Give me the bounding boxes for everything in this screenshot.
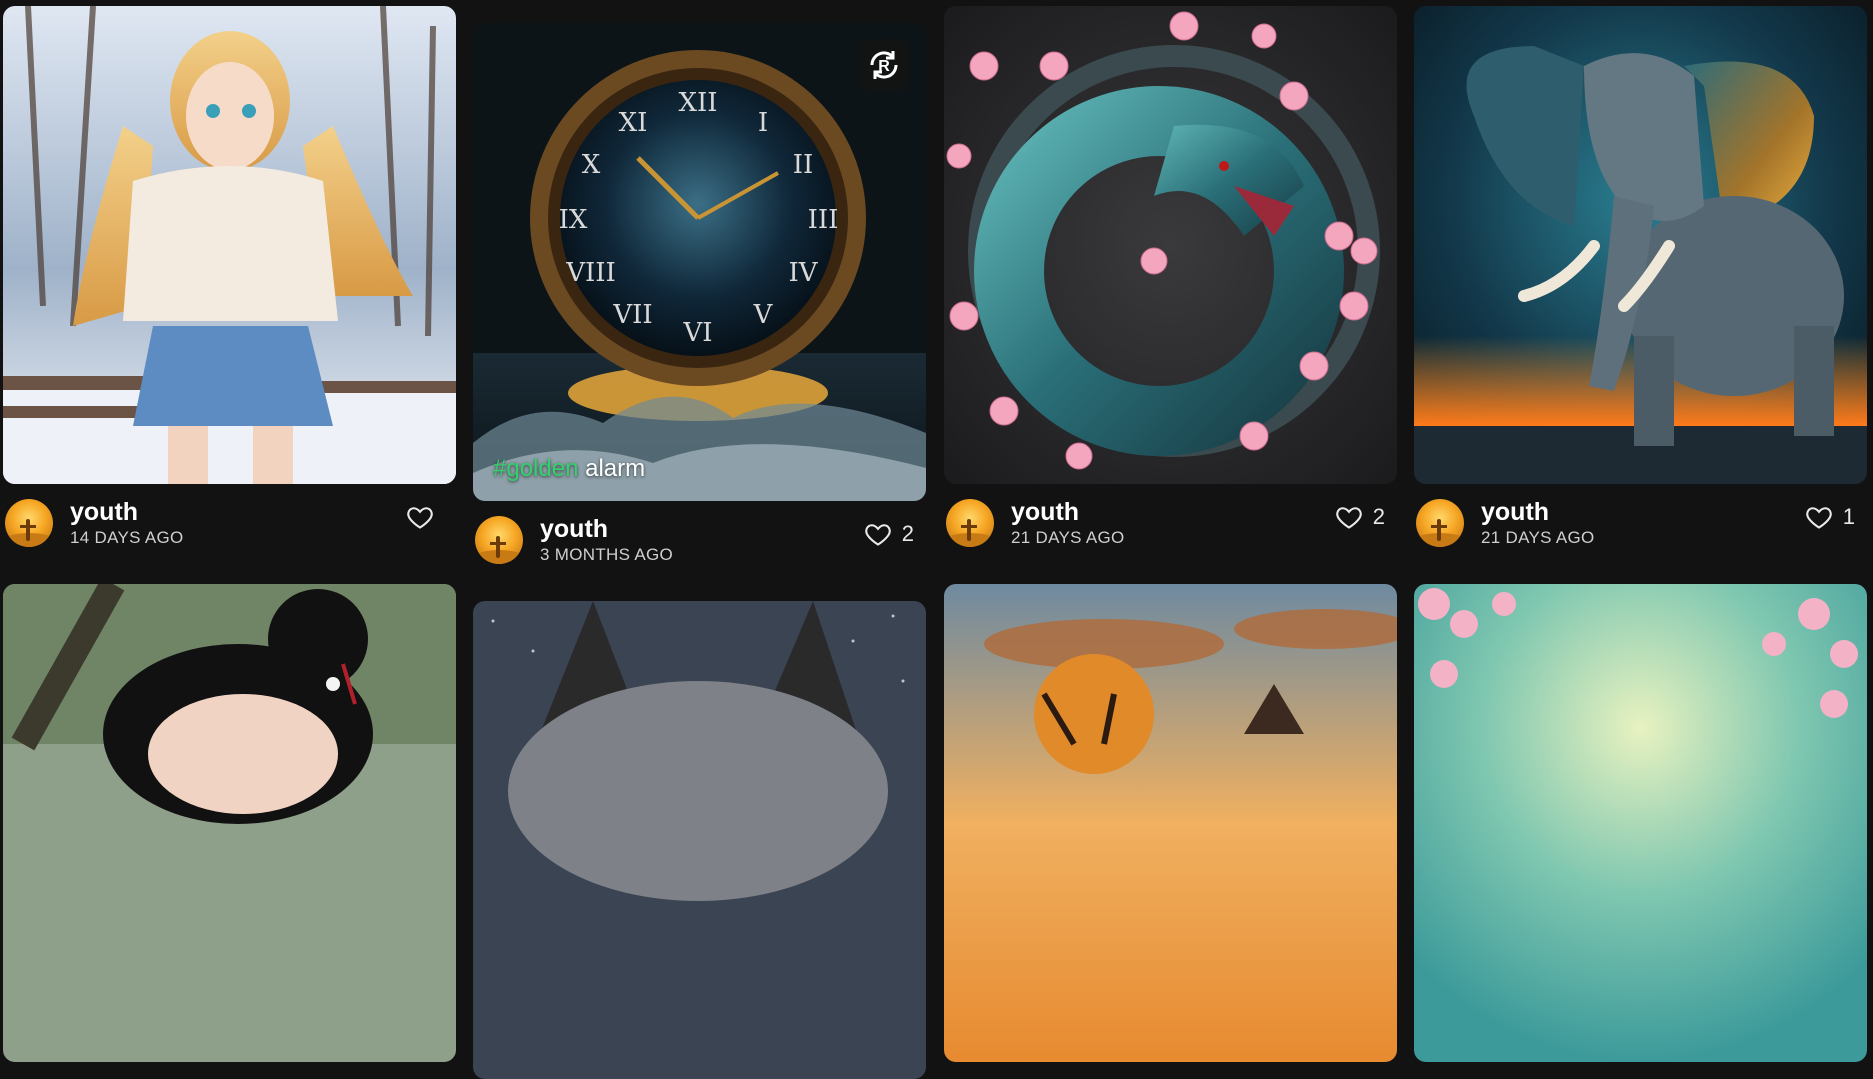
svg-text:VII: VII [612,300,652,330]
post-image[interactable]: XII I II III IV V VI VII VIII IX X XI R #golden … [473,23,926,501]
avatar[interactable] [5,499,53,547]
like-button[interactable]: 1 [1805,503,1855,531]
heart-icon [407,507,433,529]
post-image[interactable] [1414,6,1867,484]
post-image[interactable] [1414,584,1867,1062]
heart-icon [1335,507,1362,529]
remix-icon: R [870,51,898,79]
avatar[interactable] [1416,499,1464,547]
post-image[interactable] [473,601,926,1079]
username[interactable]: youth [1481,497,1549,527]
username[interactable]: youth [70,497,138,527]
svg-text:IX: IX [559,205,588,235]
svg-text:I: I [758,108,768,138]
svg-text:R: R [878,58,890,75]
svg-text:X: X [582,150,601,180]
like-button[interactable] [406,503,444,531]
post-meta: youth 21 DAYS AGO 1 [1414,497,1867,549]
svg-text:IV: IV [788,258,818,288]
post-meta: youth 3 MONTHS AGO 2 [473,514,926,566]
svg-text:XI: XI [619,108,648,138]
post-image[interactable] [944,6,1397,484]
remix-badge[interactable]: R [858,39,910,91]
post-caption: #golden alarm [493,455,645,483]
svg-text:VI: VI [682,318,712,348]
svg-text:III: III [808,205,839,235]
avatar[interactable] [475,516,523,564]
caption-text: alarm [578,455,646,482]
post-time: 21 DAYS AGO [1481,528,1595,547]
post-time: 3 MONTHS AGO [540,545,674,564]
post-meta: youth 14 DAYS AGO [3,497,456,549]
like-button[interactable]: 2 [1335,503,1385,531]
like-count: 2 [901,521,914,546]
caption-hashtag[interactable]: #golden [493,455,578,482]
svg-text:II: II [793,150,814,180]
username[interactable]: youth [540,514,608,544]
post-image[interactable] [3,6,456,484]
heart-icon [1805,507,1832,529]
post-image[interactable] [944,584,1397,1062]
post-image[interactable] [3,584,456,1062]
post-meta: youth 21 DAYS AGO 2 [944,497,1397,549]
like-count: 1 [1842,504,1855,529]
svg-text:VIII: VIII [565,258,616,288]
svg-text:XII: XII [678,88,717,118]
like-count: 2 [1372,504,1385,529]
avatar[interactable] [946,499,994,547]
username[interactable]: youth [1011,497,1079,527]
heart-icon [864,524,891,546]
post-time: 21 DAYS AGO [1011,528,1125,547]
svg-text:V: V [753,300,774,330]
like-button[interactable]: 2 [864,520,914,548]
post-time: 14 DAYS AGO [70,528,184,547]
